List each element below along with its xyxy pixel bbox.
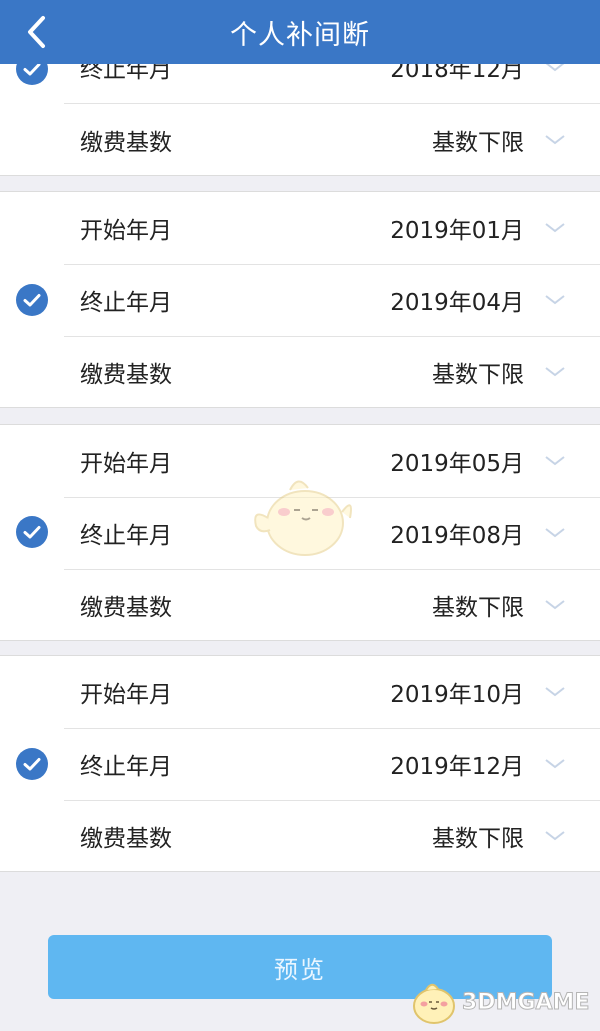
row-label: 终止年月 bbox=[80, 754, 172, 780]
row-value: 基数下限 bbox=[432, 362, 524, 388]
chevron-down-icon[interactable] bbox=[544, 451, 566, 469]
base-row[interactable]: 缴费基数 基数下限 bbox=[64, 336, 600, 408]
row-label: 缴费基数 bbox=[80, 826, 172, 852]
check-circle-icon[interactable] bbox=[16, 516, 48, 548]
chevron-down-icon[interactable] bbox=[544, 290, 566, 308]
row-value: 2019年04月 bbox=[390, 290, 524, 316]
row-value: 基数下限 bbox=[432, 130, 524, 156]
row-label: 终止年月 bbox=[80, 290, 172, 316]
row-label: 缴费基数 bbox=[80, 130, 172, 156]
end-month-row[interactable]: 终止年月 2019年12月 bbox=[64, 728, 600, 801]
check-circle-icon[interactable] bbox=[16, 748, 48, 780]
chevron-down-icon[interactable] bbox=[544, 754, 566, 772]
nav-bar: 个人补间断 bbox=[0, 0, 600, 64]
chevron-down-icon[interactable] bbox=[544, 218, 566, 236]
row-label: 开始年月 bbox=[80, 682, 172, 708]
row-value: 2019年05月 bbox=[390, 451, 524, 477]
chevron-down-icon[interactable] bbox=[544, 362, 566, 380]
back-button[interactable] bbox=[18, 14, 54, 50]
watermark-text: 3DMGAME bbox=[461, 990, 590, 1016]
base-row[interactable]: 缴费基数 基数下限 bbox=[64, 104, 600, 176]
start-month-row[interactable]: 开始年月 2019年10月 bbox=[64, 656, 600, 729]
chevron-down-icon[interactable] bbox=[544, 523, 566, 541]
row-value: 2019年01月 bbox=[390, 218, 524, 244]
end-month-row[interactable]: 终止年月 2019年04月 bbox=[64, 264, 600, 337]
row-value: 基数下限 bbox=[432, 826, 524, 852]
row-label: 缴费基数 bbox=[80, 362, 172, 388]
chevron-down-icon[interactable] bbox=[544, 826, 566, 844]
mascot-watermark bbox=[250, 468, 355, 563]
row-label: 开始年月 bbox=[80, 451, 172, 477]
row-value: 2019年08月 bbox=[390, 523, 524, 549]
chevron-left-icon bbox=[28, 16, 45, 48]
watermark-mascot-icon bbox=[408, 980, 460, 1026]
check-circle-icon[interactable] bbox=[16, 284, 48, 316]
chevron-down-icon[interactable] bbox=[544, 130, 566, 148]
row-value: 2019年10月 bbox=[390, 682, 524, 708]
row-value: 2019年12月 bbox=[390, 754, 524, 780]
period-group: 开始年月 2019年01月 终止年月 2019年04月 缴费基数 基数下限 bbox=[0, 191, 600, 408]
row-label: 缴费基数 bbox=[80, 595, 172, 621]
row-value: 基数下限 bbox=[432, 595, 524, 621]
start-month-row[interactable]: 开始年月 2019年01月 bbox=[64, 192, 600, 265]
chevron-down-icon[interactable] bbox=[544, 682, 566, 700]
period-group: 开始年月 2019年10月 终止年月 2019年12月 缴费基数 基数下限 bbox=[0, 655, 600, 872]
chevron-down-icon[interactable] bbox=[544, 595, 566, 613]
base-row[interactable]: 缴费基数 基数下限 bbox=[64, 800, 600, 872]
base-row[interactable]: 缴费基数 基数下限 bbox=[64, 569, 600, 641]
page-title: 个人补间断 bbox=[230, 19, 370, 51]
row-label: 开始年月 bbox=[80, 218, 172, 244]
row-label: 终止年月 bbox=[80, 523, 172, 549]
